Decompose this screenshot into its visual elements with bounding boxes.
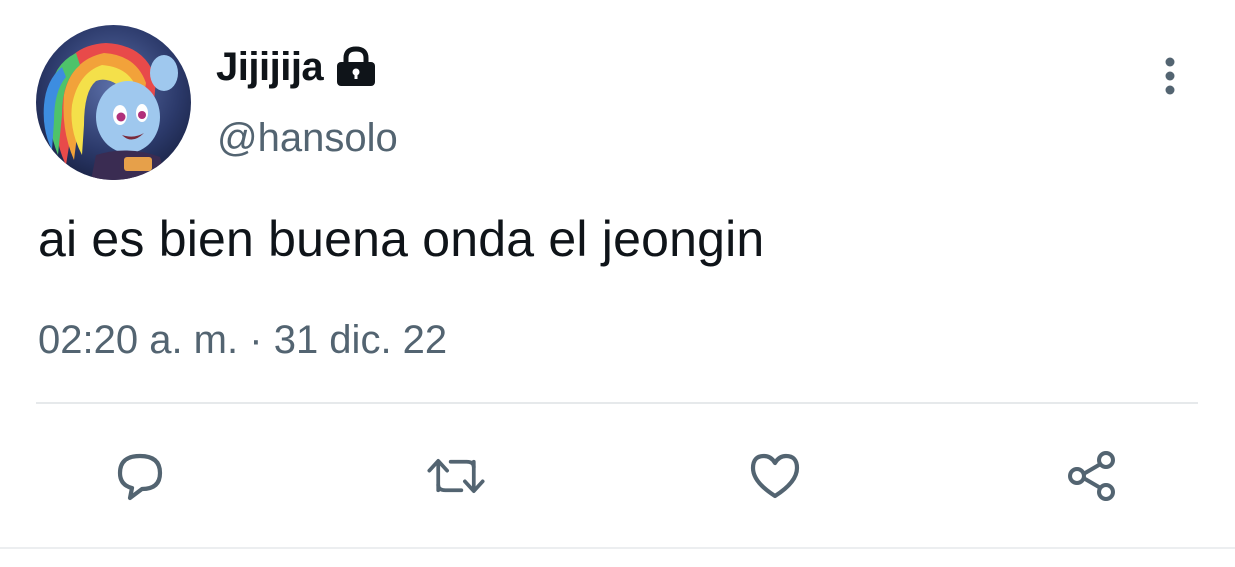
avatar-image — [36, 25, 191, 180]
tweet-card: Jijijija @hansolo ai es bien buena onda … — [0, 0, 1235, 567]
tweet-date[interactable]: 31 dic. 22 — [274, 318, 447, 362]
tweet-text: ai es bien buena onda el jeongin — [38, 211, 765, 267]
heart-icon — [750, 453, 800, 499]
like-button[interactable] — [743, 446, 807, 506]
lock-icon — [333, 46, 379, 88]
more-vertical-icon — [1165, 57, 1175, 95]
more-options-button[interactable] — [1150, 52, 1190, 100]
retweet-button[interactable] — [424, 446, 488, 506]
reply-button[interactable] — [108, 446, 172, 506]
reply-icon — [117, 453, 163, 501]
avatar[interactable] — [36, 25, 191, 180]
timestamp-separator: · — [249, 318, 263, 362]
timestamp-row: 02:20 a. m. · 31 dic. 22 — [38, 318, 447, 363]
tweet-time[interactable]: 02:20 a. m. — [38, 318, 238, 362]
share-icon — [1068, 451, 1115, 501]
display-name[interactable]: Jijijija — [216, 45, 324, 90]
share-button[interactable] — [1060, 446, 1124, 506]
divider — [36, 402, 1198, 404]
bottom-divider — [0, 547, 1235, 549]
display-name-row: Jijijija — [216, 42, 379, 92]
retweet-icon — [427, 459, 485, 493]
user-handle[interactable]: @hansolo — [217, 116, 398, 161]
